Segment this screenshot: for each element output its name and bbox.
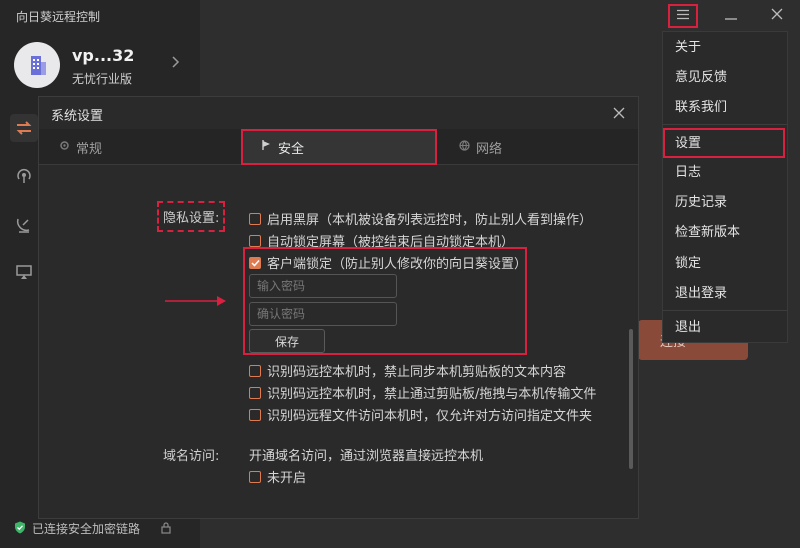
- settings-dialog: 系统设置 常规 安全 网络 隐私设置: 启用黑屏（本机被设备列表远控时，防止别人…: [38, 96, 639, 519]
- close-icon: [613, 103, 625, 124]
- menu-item-lock[interactable]: 锁定: [663, 250, 787, 278]
- menu-item-check-update[interactable]: 检查新版本: [663, 219, 787, 247]
- option-domain-access[interactable]: 未开启: [249, 467, 306, 486]
- option-label: 识别码远控本机时，禁止同步本机剪贴板的文本内容: [267, 365, 567, 380]
- main-menu: 关于 意见反馈 联系我们 设置 日志 历史记录 检查新版本 锁定 退出登录 退出: [662, 31, 788, 343]
- domain-label: 域名访问:: [163, 449, 220, 464]
- tab-general-label: 常规: [76, 141, 103, 157]
- remote-control-icon[interactable]: [10, 114, 38, 142]
- satellite-icon[interactable]: [10, 210, 38, 238]
- option-label: 启用黑屏（本机被设备列表远控时，防止别人看到操作）: [267, 213, 593, 228]
- tab-security[interactable]: 安全: [241, 129, 437, 165]
- globe-icon: [459, 139, 470, 155]
- shield-check-icon: [14, 521, 26, 537]
- close-icon: [771, 8, 783, 24]
- privacy-label: 隐私设置:: [157, 201, 226, 232]
- menu-item-exit[interactable]: 退出: [663, 314, 787, 342]
- checkbox[interactable]: [249, 212, 261, 225]
- account-plan: 无忧行业版: [72, 72, 133, 86]
- save-button[interactable]: 保存: [249, 329, 325, 353]
- account-name: vp...32: [72, 46, 135, 65]
- tab-general[interactable]: 常规: [59, 129, 102, 165]
- option-restrict-folder[interactable]: 识别码远程文件访问本机时，仅允许对方访问指定文件夹: [249, 405, 592, 424]
- tab-security-label: 安全: [278, 141, 305, 157]
- screen-cast-icon[interactable]: [10, 258, 38, 286]
- menu-item-feedback[interactable]: 意见反馈: [663, 64, 787, 92]
- minimize-icon: [725, 8, 737, 24]
- connection-status: 已连接安全加密链路: [14, 520, 172, 537]
- checkbox[interactable]: [249, 364, 261, 377]
- menu-item-settings[interactable]: 设置: [663, 128, 785, 158]
- menu-item-log[interactable]: 日志: [663, 159, 787, 187]
- gear-icon: [59, 140, 70, 155]
- status-text: 已连接安全加密链路: [32, 522, 141, 536]
- menu-divider: [663, 310, 787, 311]
- option-blackscreen[interactable]: 启用黑屏（本机被设备列表远控时，防止别人看到操作）: [249, 209, 592, 228]
- password-input[interactable]: [249, 274, 397, 298]
- tab-network-label: 网络: [476, 141, 503, 157]
- checkbox[interactable]: [249, 470, 261, 483]
- lock-icon[interactable]: [160, 521, 172, 537]
- menu-item-history[interactable]: 历史记录: [663, 189, 787, 217]
- menu-item-about[interactable]: 关于: [663, 34, 787, 62]
- option-no-file-transfer[interactable]: 识别码远控本机时，禁止通过剪贴板/拖拽与本机传输文件: [249, 383, 596, 402]
- scrollbar[interactable]: [629, 329, 633, 469]
- minimize-button[interactable]: [716, 4, 746, 28]
- domain-description: 开通域名访问，通过浏览器直接远控本机: [249, 449, 484, 464]
- checkbox[interactable]: [249, 386, 261, 399]
- option-label: 识别码远程文件访问本机时，仅允许对方访问指定文件夹: [267, 409, 593, 424]
- option-client-lock[interactable]: 客户端锁定（防止别人修改你的向日葵设置）: [249, 253, 527, 272]
- dialog-close-button[interactable]: [607, 101, 631, 125]
- close-window-button[interactable]: [762, 4, 792, 28]
- app-title: 向日葵远程控制: [16, 10, 101, 24]
- broadcast-icon[interactable]: [10, 162, 38, 190]
- menu-divider: [663, 124, 787, 125]
- option-label: 客户端锁定（防止别人修改你的向日葵设置）: [267, 257, 528, 272]
- account-card[interactable]: vp...32 无忧行业版: [14, 42, 194, 90]
- confirm-password-input[interactable]: [249, 302, 397, 326]
- checkbox[interactable]: [249, 234, 261, 247]
- dialog-title: 系统设置: [51, 109, 104, 124]
- building-icon: [14, 42, 60, 88]
- option-label: 未开启: [267, 471, 307, 486]
- checkbox[interactable]: [249, 408, 261, 421]
- option-no-clipboard-text[interactable]: 识别码远控本机时，禁止同步本机剪贴板的文本内容: [249, 361, 566, 380]
- hamburger-icon: [676, 8, 690, 24]
- menu-button[interactable]: [668, 4, 698, 28]
- checkbox-checked[interactable]: [249, 256, 261, 269]
- menu-item-contact[interactable]: 联系我们: [663, 94, 787, 122]
- arrow-right-icon: [165, 296, 226, 306]
- tab-network[interactable]: 网络: [459, 129, 502, 165]
- chevron-right-icon: [172, 56, 180, 72]
- settings-tabs: 常规 安全 网络: [39, 129, 638, 165]
- flag-icon: [261, 139, 272, 155]
- option-label: 识别码远控本机时，禁止通过剪贴板/拖拽与本机传输文件: [267, 387, 597, 402]
- menu-item-logout[interactable]: 退出登录: [663, 280, 787, 308]
